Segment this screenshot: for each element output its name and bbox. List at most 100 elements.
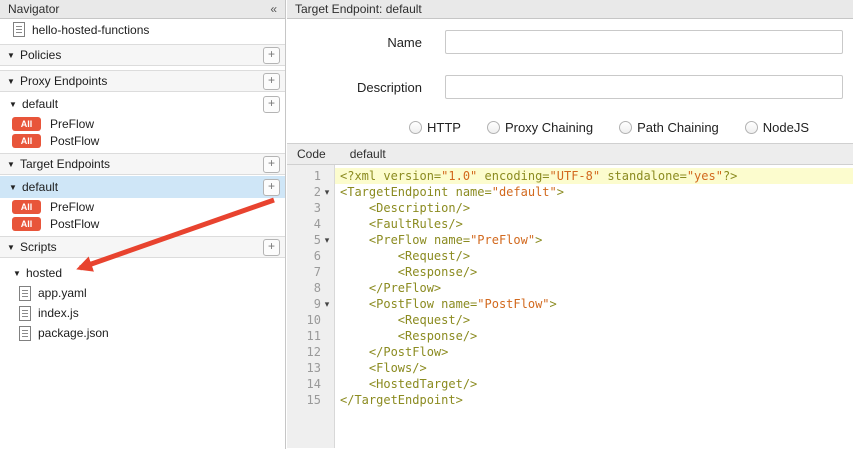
file-package-json[interactable]: package.json (0, 323, 285, 343)
line-number: 14 (307, 377, 321, 391)
flow-condition-badge: All (12, 134, 41, 148)
file-icon (19, 306, 31, 321)
code-line-3[interactable]: <Description/> (335, 200, 853, 216)
line-number: 6 (314, 249, 321, 263)
gutter-line: 10 (287, 312, 334, 328)
target-endpoint-default[interactable]: ▼default+ (0, 176, 285, 198)
code-line-14[interactable]: <HostedTarget/> (335, 376, 853, 392)
scripts-folder-hosted[interactable]: ▼hosted (0, 263, 285, 283)
code-line-12[interactable]: </PostFlow> (335, 344, 853, 360)
code-line-13[interactable]: <Flows/> (335, 360, 853, 376)
target-endpoint-preflow[interactable]: All PreFlow (0, 198, 285, 215)
radio-http[interactable]: HTTP (409, 120, 461, 135)
radio-label: NodeJS (763, 120, 809, 135)
gutter-line: 9▾ (287, 296, 334, 312)
detail-panel: Target Endpoint: default Name Descriptio… (287, 0, 853, 449)
line-number: 1 (314, 169, 321, 183)
code-line-9[interactable]: <PostFlow name="PostFlow"> (335, 296, 853, 312)
disclosure-triangle-icon: ▼ (9, 100, 22, 109)
code-line-4[interactable]: <FaultRules/> (335, 216, 853, 232)
nav-label: PreFlow (50, 117, 94, 131)
add-button[interactable]: + (263, 73, 280, 90)
line-number: 7 (314, 265, 321, 279)
description-label: Description (287, 80, 422, 95)
nav-label: Policies (20, 48, 61, 62)
proxy-endpoint-postflow[interactable]: All PostFlow (0, 132, 285, 149)
description-input[interactable] (445, 75, 843, 99)
proxy-endpoint-default[interactable]: ▼default + (0, 93, 285, 115)
line-number: 15 (307, 393, 321, 407)
detail-header: Target Endpoint: default (287, 0, 853, 19)
line-number: 3 (314, 201, 321, 215)
section-scripts[interactable]: ▼Scripts + (0, 236, 285, 258)
name-label: Name (287, 35, 422, 50)
disclosure-triangle-icon: ▼ (7, 160, 20, 169)
name-row: Name (287, 30, 853, 54)
nav-label: app.yaml (38, 286, 87, 300)
line-number: 13 (307, 361, 321, 375)
add-button[interactable]: + (263, 96, 280, 113)
add-button[interactable]: + (263, 47, 280, 64)
disclosure-triangle-icon: ▼ (7, 51, 20, 60)
file-index-js[interactable]: index.js (0, 303, 285, 323)
nav-label: Scripts (20, 240, 57, 254)
navigator-panel: Navigator « hello-hosted-functions▼Polic… (0, 0, 286, 449)
file-app-yaml[interactable]: app.yaml (0, 283, 285, 303)
flow-condition-badge: All (12, 200, 41, 214)
nav-label: default (22, 97, 58, 111)
code-line-2[interactable]: <TargetEndpoint name="default"> (335, 184, 853, 200)
proxy-endpoint-preflow[interactable]: AllPreFlow (0, 115, 285, 132)
nav-label: PostFlow (50, 134, 99, 148)
nav-label: hello-hosted-functions (32, 23, 149, 37)
collapse-panel-button[interactable]: « (270, 2, 277, 16)
code-line-10[interactable]: <Request/> (335, 312, 853, 328)
radio-path-chaining[interactable]: Path Chaining (619, 120, 719, 135)
nav-label: PreFlow (50, 200, 94, 214)
radio-circle-icon[interactable] (619, 121, 632, 134)
disclosure-triangle-icon: ▼ (7, 243, 20, 252)
flow-condition-badge: All (12, 217, 41, 231)
description-row: Description (287, 75, 853, 99)
name-input[interactable] (445, 30, 843, 54)
nav-label: PostFlow (50, 217, 99, 231)
file-icon (19, 286, 31, 301)
disclosure-triangle-icon: ▼ (13, 269, 26, 278)
code-file-label: default (350, 147, 386, 161)
code-line-1[interactable]: <?xml version="1.0" encoding="UTF-8" sta… (335, 168, 853, 184)
line-number: 9 (314, 297, 321, 311)
code-line-8[interactable]: </PreFlow> (335, 280, 853, 296)
section-target-endpoints[interactable]: ▼Target Endpoints+ (0, 153, 285, 175)
code-line-6[interactable]: <Request/> (335, 248, 853, 264)
editor-gutter: 12▾345▾6789▾101112131415 (287, 165, 335, 448)
nav-item-hello-hosted-functions[interactable]: hello-hosted-functions (0, 19, 285, 40)
add-button[interactable]: + (263, 179, 280, 196)
radio-nodejs[interactable]: NodeJS (745, 120, 809, 135)
add-button[interactable]: + (263, 156, 280, 173)
code-editor: 12▾345▾6789▾101112131415 <?xml version="… (287, 165, 853, 448)
gutter-line: 11 (287, 328, 334, 344)
code-line-5[interactable]: <PreFlow name="PreFlow"> (335, 232, 853, 248)
radio-circle-icon[interactable] (745, 121, 758, 134)
gutter-line: 12 (287, 344, 334, 360)
code-lines[interactable]: <?xml version="1.0" encoding="UTF-8" sta… (335, 165, 853, 448)
fold-marker-icon[interactable]: ▾ (321, 296, 333, 312)
gutter-line: 15 (287, 392, 334, 408)
gutter-line: 14 (287, 376, 334, 392)
radio-circle-icon[interactable] (409, 121, 422, 134)
code-line-7[interactable]: <Response/> (335, 264, 853, 280)
target-endpoint-postflow[interactable]: All PostFlow (0, 215, 285, 232)
code-line-11[interactable]: <Response/> (335, 328, 853, 344)
radio-row: HTTP Proxy Chaining Path Chaining NodeJS (409, 120, 853, 135)
section-policies[interactable]: ▼Policies + (0, 44, 285, 66)
add-button[interactable]: + (263, 239, 280, 256)
gutter-line: 4 (287, 216, 334, 232)
fold-marker-icon[interactable]: ▾ (321, 184, 333, 200)
fold-marker-icon[interactable]: ▾ (321, 232, 333, 248)
radio-proxy-chaining[interactable]: Proxy Chaining (487, 120, 593, 135)
radio-circle-icon[interactable] (487, 121, 500, 134)
gutter-line: 3 (287, 200, 334, 216)
code-line-15[interactable]: </TargetEndpoint> (335, 392, 853, 408)
endpoint-form: Name Description HTTP Proxy Chaining Path … (287, 19, 853, 143)
section-proxy-endpoints[interactable]: ▼Proxy Endpoints+ (0, 70, 285, 92)
file-icon (13, 22, 25, 37)
